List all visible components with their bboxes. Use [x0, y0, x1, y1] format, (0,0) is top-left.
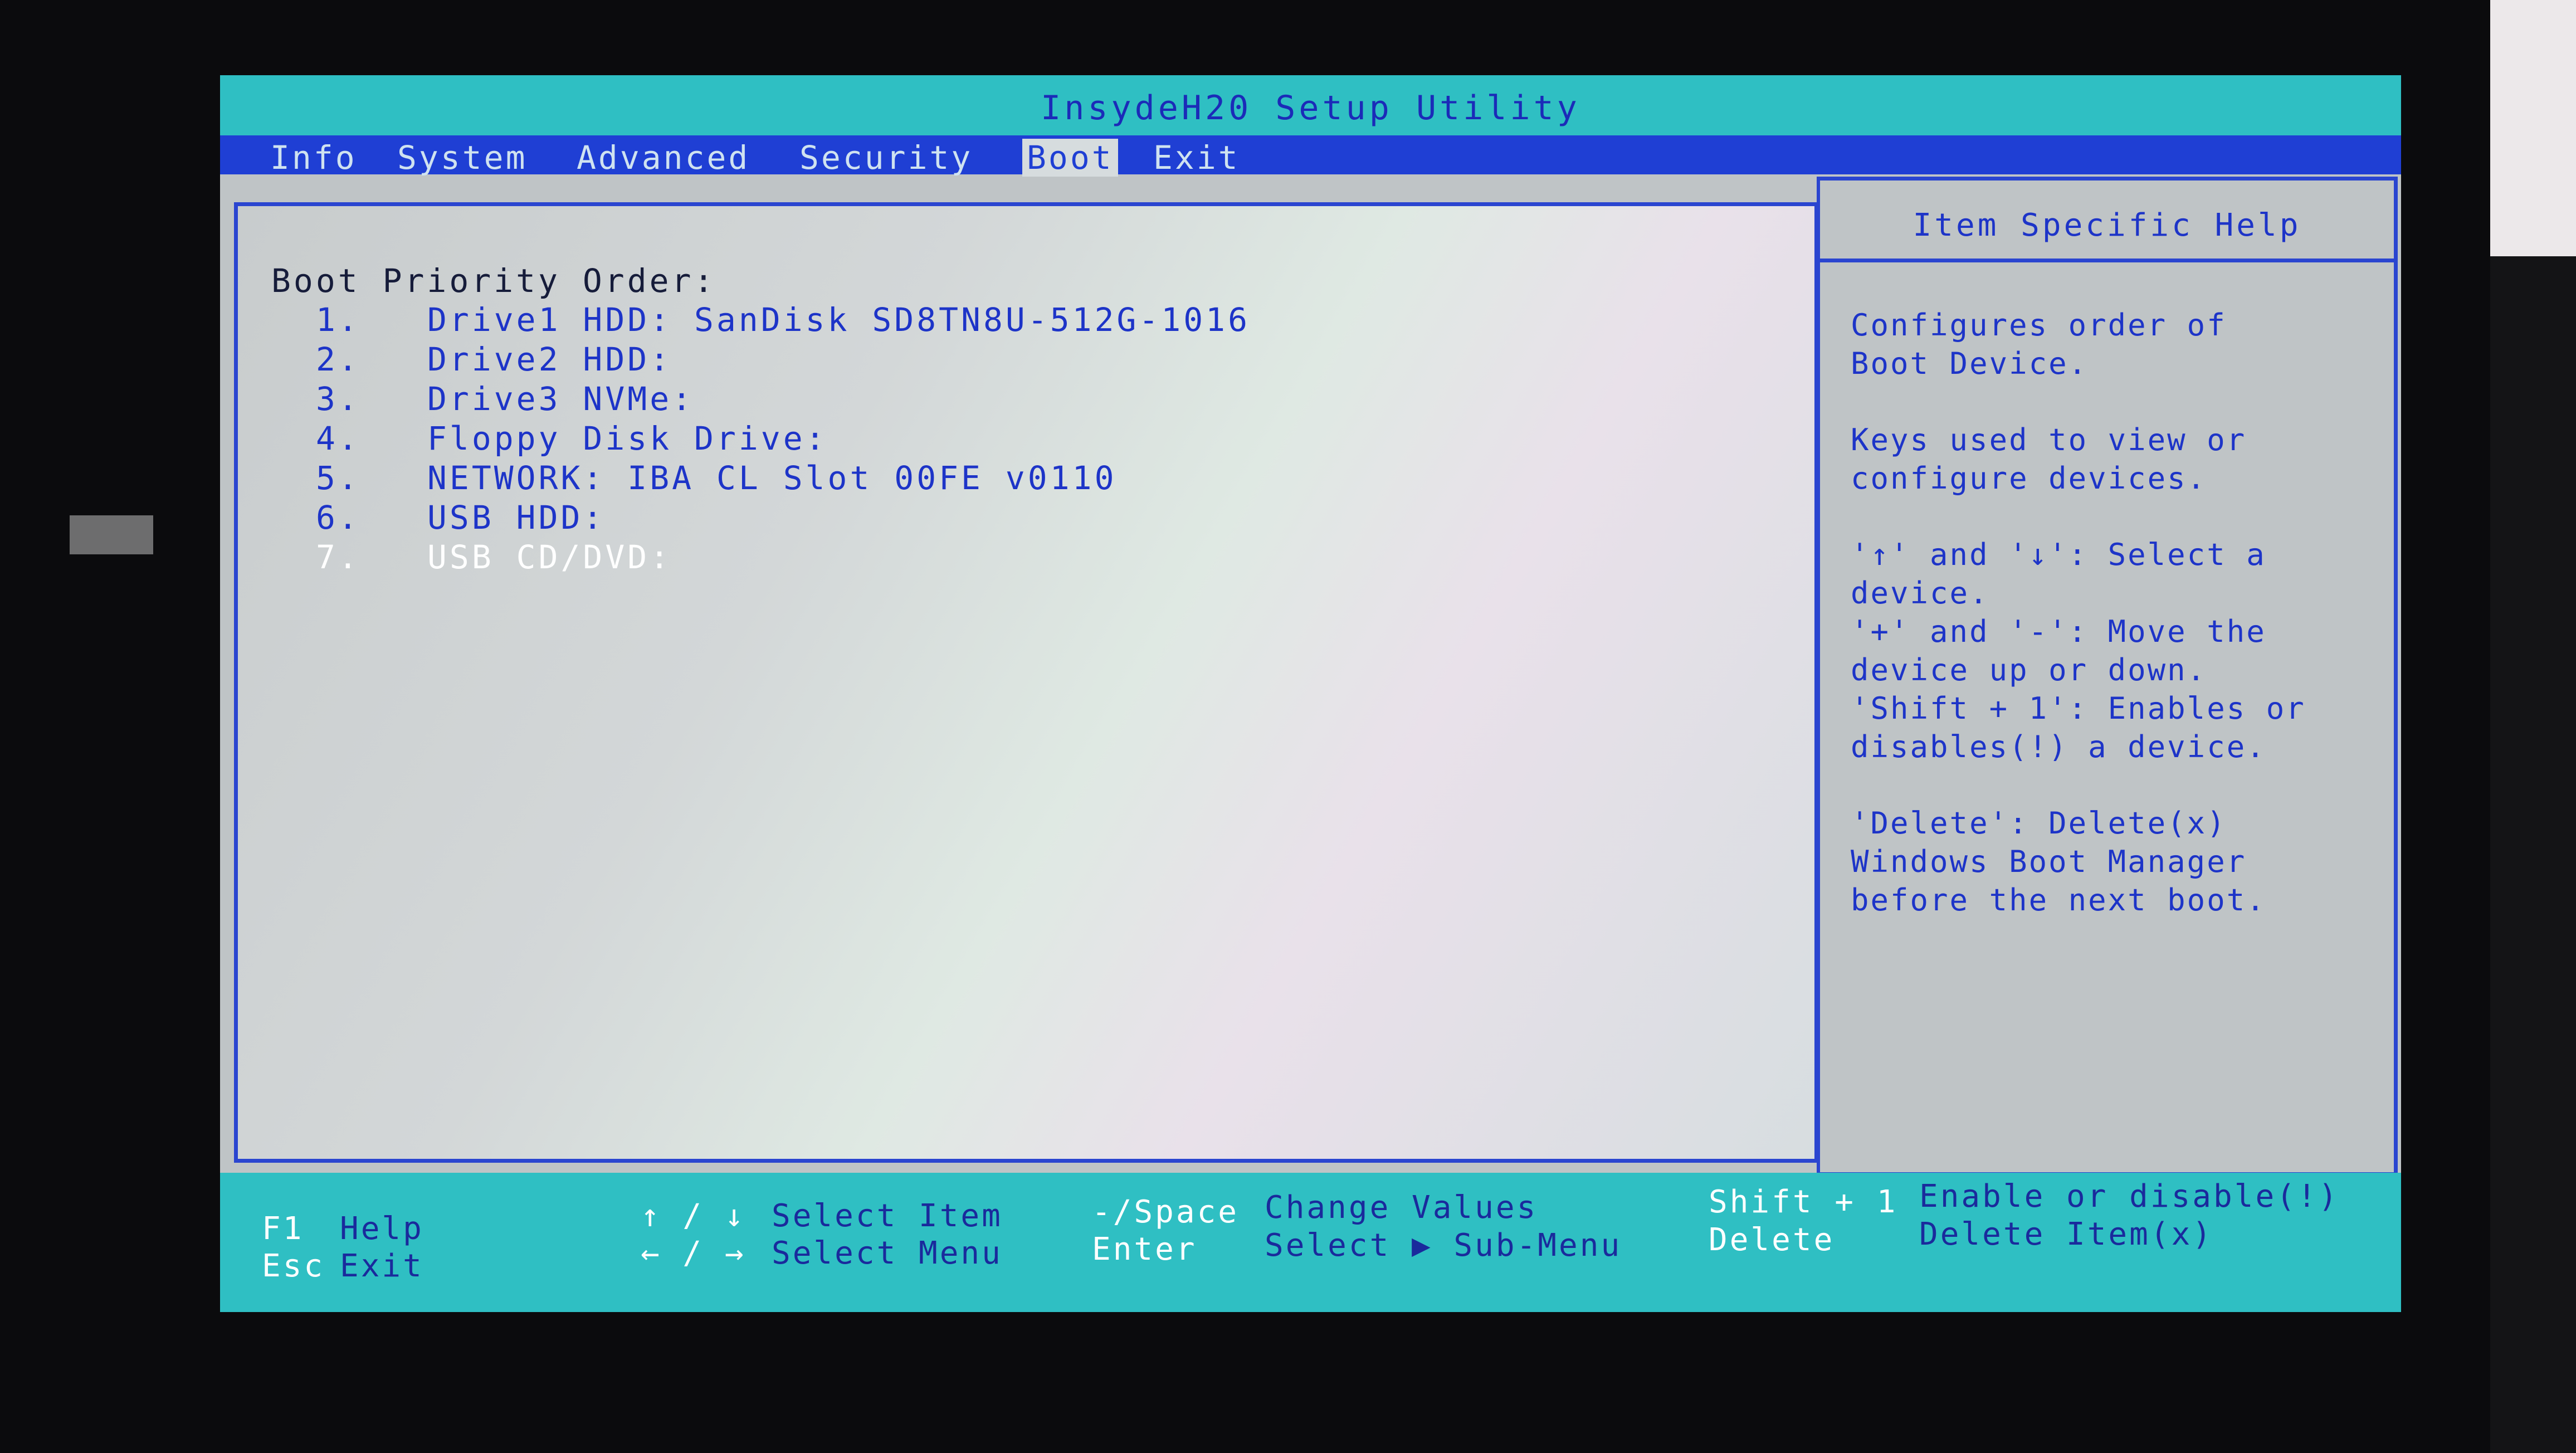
footer-desc-change-values: Change Values: [1265, 1189, 1538, 1226]
boot-item-label: USB HDD:: [427, 499, 606, 537]
boot-item-number: 6.: [316, 499, 360, 537]
background-shadow: [2490, 256, 2576, 1453]
footer-desc-help: Help: [340, 1211, 424, 1247]
boot-item-1[interactable]: 1. Drive1 HDD: SanDisk SD8TN8U-512G-1016: [316, 301, 1250, 340]
menu-tab-exit[interactable]: Exit: [1153, 139, 1240, 177]
bios-screen: InsydeH20 Setup Utility Info System Adva…: [220, 75, 2401, 1312]
menu-tab-security[interactable]: Security: [799, 139, 973, 177]
footer-key-enter: Enter: [1092, 1231, 1197, 1267]
help-paragraph: Keys used to view or configure devices.: [1851, 422, 2247, 496]
app-title: InsydeH20 Setup Utility: [1041, 89, 1580, 128]
boot-item-7[interactable]: 7. USB CD/DVD:: [316, 538, 1250, 578]
boot-item-6[interactable]: 6. USB HDD:: [316, 499, 1250, 538]
boot-priority-heading: Boot Priority Order:: [271, 262, 716, 300]
menu-tab-info[interactable]: Info: [270, 139, 357, 177]
boot-item-label: Drive1 HDD: SanDisk SD8TN8U-512G-1016: [427, 301, 1251, 339]
footer-key-shift-1: Shift + 1: [1709, 1184, 1898, 1220]
boot-item-2[interactable]: 2. Drive2 HDD:: [316, 340, 1250, 380]
footer-key-esc: Esc: [262, 1248, 325, 1284]
footer-key-f1: F1: [262, 1211, 304, 1247]
boot-item-number: 5.: [316, 459, 360, 497]
boot-item-number: 1.: [316, 301, 360, 339]
footer-desc-sub-menu: Select ▶ Sub-Menu: [1265, 1227, 1622, 1264]
boot-item-number: 4.: [316, 420, 360, 457]
boot-item-label: Drive3 NVMe:: [427, 380, 695, 418]
key-legend-footer: F1 Help Esc Exit ↑ / ↓ Select Item ← / →…: [220, 1173, 2401, 1312]
help-paragraph: '↑' and '↓': Select a device. '+' and '-…: [1851, 537, 2306, 764]
boot-item-5[interactable]: 5. NETWORK: IBA CL Slot 00FE v0110: [316, 459, 1250, 499]
boot-item-label: Drive2 HDD:: [427, 340, 672, 378]
help-header: Item Specific Help: [1820, 181, 2394, 262]
menu-tab-system[interactable]: System: [397, 139, 528, 177]
footer-desc-exit: Exit: [340, 1248, 424, 1284]
footer-desc-select-item: Select Item: [772, 1198, 1003, 1234]
footer-key-delete: Delete: [1709, 1222, 1835, 1258]
menu-bar: Info System Advanced Security Boot Exit: [220, 135, 2401, 177]
help-body: Configures order of Boot Device. Keys us…: [1851, 306, 2385, 957]
footer-key-space: -/Space: [1092, 1194, 1240, 1230]
boot-priority-panel: Boot Priority Order: 1. Drive1 HDD: SanDi…: [234, 202, 1818, 1163]
boot-item-number: 2.: [316, 340, 360, 378]
footer-desc-enable-disable: Enable or disable(!): [1919, 1178, 2340, 1215]
boot-item-4[interactable]: 4. Floppy Disk Drive:: [316, 420, 1250, 459]
boot-item-label: NETWORK: IBA CL Slot 00FE v0110: [427, 459, 1117, 497]
item-help-panel: Item Specific Help Configures order of B…: [1817, 177, 2398, 1176]
help-title: Item Specific Help: [1913, 207, 2301, 243]
menu-tab-boot[interactable]: Boot: [1022, 139, 1118, 177]
boot-item-number: 3.: [316, 380, 360, 418]
help-paragraph: 'Delete': Delete(x) Windows Boot Manager…: [1851, 806, 2266, 918]
footer-key-updown: ↑ / ↓: [641, 1198, 746, 1234]
boot-item-3[interactable]: 3. Drive3 NVMe:: [316, 380, 1250, 420]
background-wall: [2490, 0, 2576, 256]
footer-key-leftright: ← / →: [641, 1235, 746, 1271]
boot-priority-list: 1. Drive1 HDD: SanDisk SD8TN8U-512G-1016 …: [316, 301, 1250, 578]
title-bar: InsydeH20 Setup Utility: [220, 75, 2401, 135]
menu-tab-advanced[interactable]: Advanced: [577, 139, 750, 177]
footer-desc-select-menu: Select Menu: [772, 1235, 1003, 1271]
reflection-glint: [70, 515, 153, 554]
boot-item-number: 7.: [316, 538, 360, 576]
footer-desc-delete-item: Delete Item(x): [1919, 1216, 2214, 1252]
boot-item-label: Floppy Disk Drive:: [427, 420, 828, 457]
help-paragraph: Configures order of Boot Device.: [1851, 308, 2227, 381]
boot-item-label: USB CD/DVD:: [427, 538, 672, 576]
